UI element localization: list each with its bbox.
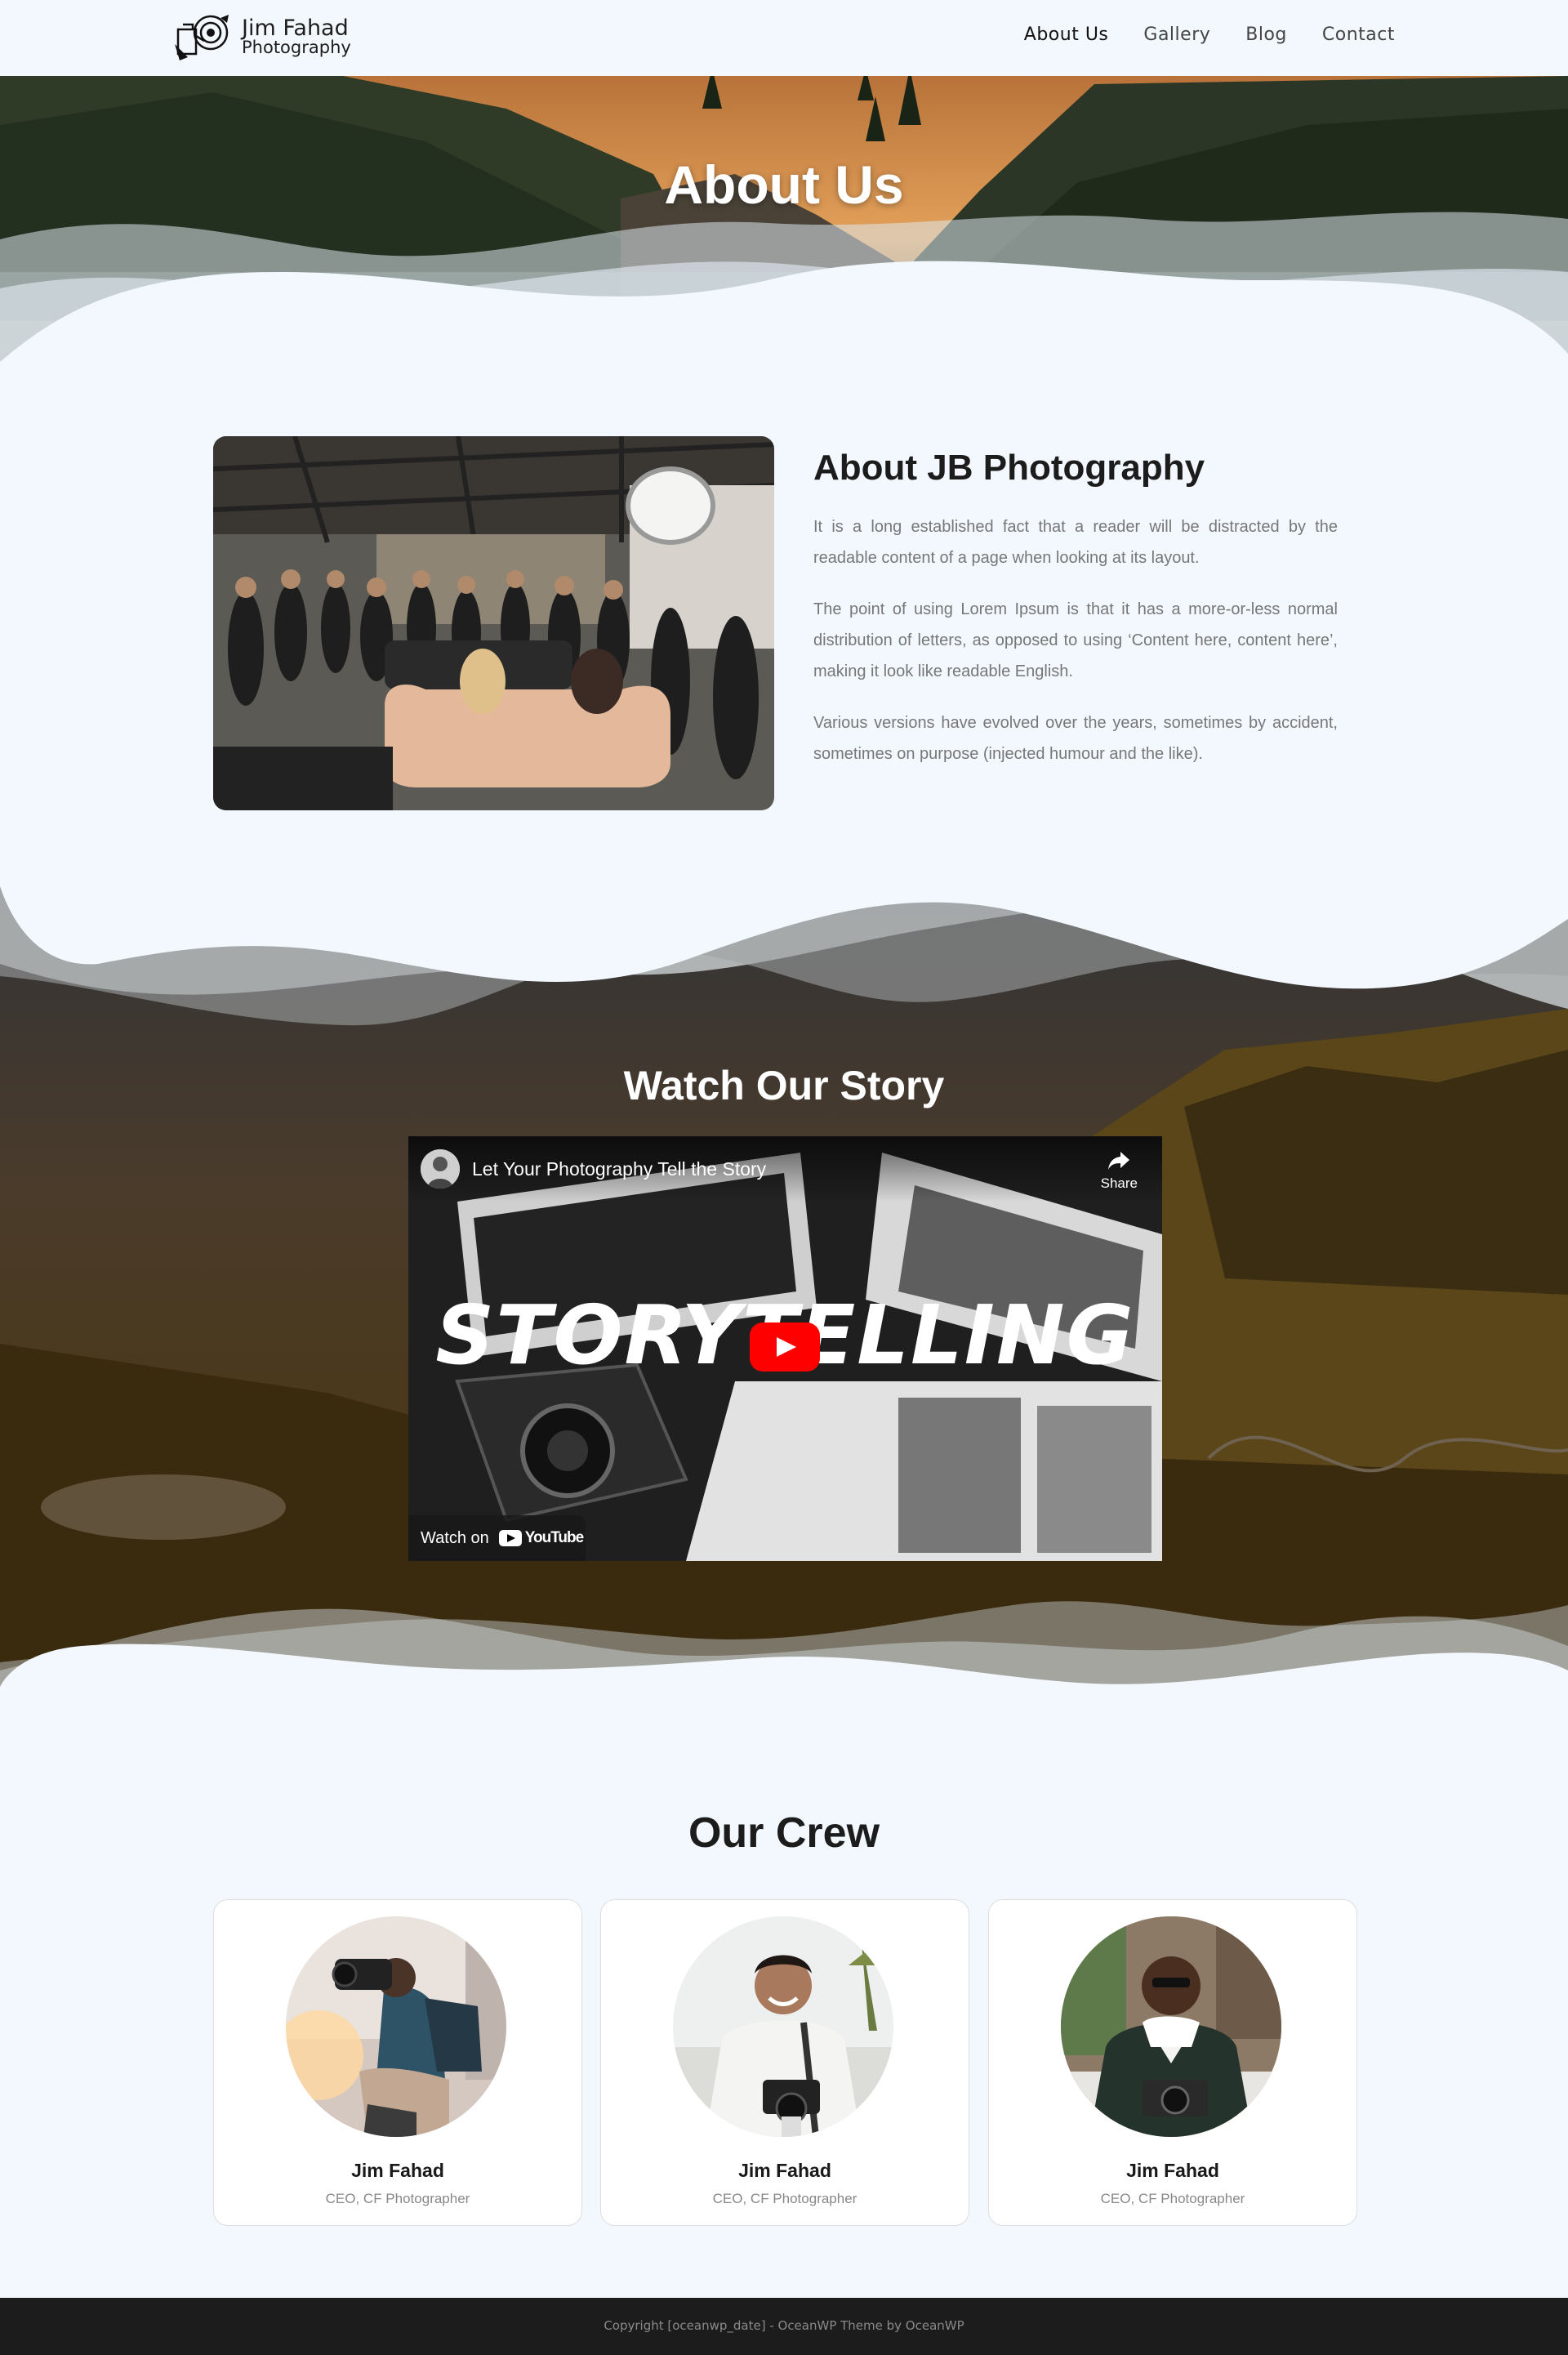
watch-on-youtube-button[interactable]: Watch on YouTube bbox=[408, 1515, 586, 1561]
nav-gallery[interactable]: Gallery bbox=[1143, 25, 1210, 45]
camera-logo-icon bbox=[175, 15, 229, 60]
youtube-play-icon bbox=[498, 1530, 522, 1546]
share-label: Share bbox=[1100, 1175, 1138, 1191]
youtube-label: YouTube bbox=[524, 1529, 584, 1546]
crew-name: Jim Fahad bbox=[351, 2160, 444, 2181]
site-header: Jim Fahad Photography About Us Gallery B… bbox=[0, 0, 1568, 76]
logo-line2: Photography bbox=[242, 38, 351, 57]
crew-photo bbox=[286, 1916, 506, 2137]
crew-title: Our Crew bbox=[688, 1809, 880, 1857]
hero-landscape-image bbox=[0, 76, 1568, 370]
play-button[interactable] bbox=[750, 1322, 820, 1372]
about-section: About JB Photography It is a long establ… bbox=[813, 448, 1338, 790]
crew-photo bbox=[673, 1916, 893, 2137]
crew-role: CEO, CF Photographer bbox=[325, 2191, 470, 2206]
crew-name: Jim Fahad bbox=[1126, 2160, 1219, 2181]
hero-banner: About Us bbox=[0, 76, 1568, 370]
page-title: About Us bbox=[664, 154, 904, 215]
site-footer: Copyright [oceanwp_date] - OceanWP Theme… bbox=[0, 2298, 1568, 2355]
share-button[interactable]: Share bbox=[1101, 1150, 1138, 1192]
youtube-logo: YouTube bbox=[498, 1529, 584, 1547]
watch-on-label: Watch on bbox=[421, 1528, 489, 1547]
crew-name: Jim Fahad bbox=[738, 2160, 831, 2181]
crew-card: Jim Fahad CEO, CF Photographer bbox=[213, 1899, 582, 2226]
nav-about-us[interactable]: About Us bbox=[1024, 25, 1109, 45]
channel-avatar[interactable] bbox=[421, 1149, 460, 1189]
about-paragraph: The point of using Lorem Ipsum is that i… bbox=[813, 600, 1338, 680]
main-nav: About Us Gallery Blog Contact bbox=[1024, 25, 1395, 45]
share-arrow-icon bbox=[1108, 1152, 1130, 1170]
copyright-text: Copyright [oceanwp_date] - OceanWP Theme… bbox=[604, 2318, 964, 2333]
crew-role: CEO, CF Photographer bbox=[712, 2191, 858, 2206]
story-title: Watch Our Story bbox=[623, 1063, 945, 1108]
studio-photo bbox=[213, 436, 774, 810]
logo-line1: Jim Fahad bbox=[242, 16, 349, 41]
site-logo[interactable]: Jim Fahad Photography bbox=[172, 11, 351, 62]
nav-blog[interactable]: Blog bbox=[1245, 25, 1287, 45]
crew-photo bbox=[1061, 1916, 1281, 2137]
crew-card: Jim Fahad CEO, CF Photographer bbox=[988, 1899, 1357, 2226]
nav-contact[interactable]: Contact bbox=[1322, 25, 1395, 45]
logo-text: Jim Fahad Photography bbox=[242, 17, 351, 56]
about-heading: About JB Photography bbox=[813, 448, 1205, 488]
crew-card: Jim Fahad CEO, CF Photographer bbox=[600, 1899, 969, 2226]
about-paragraph: It is a long established fact that a rea… bbox=[813, 518, 1338, 567]
video-title[interactable]: Let Your Photography Tell the Story bbox=[472, 1158, 766, 1180]
crew-role: CEO, CF Photographer bbox=[1100, 2191, 1245, 2206]
youtube-video-embed[interactable]: Let Your Photography Tell the Story Shar… bbox=[408, 1136, 1162, 1561]
about-paragraph: Various versions have evolved over the y… bbox=[813, 714, 1338, 763]
